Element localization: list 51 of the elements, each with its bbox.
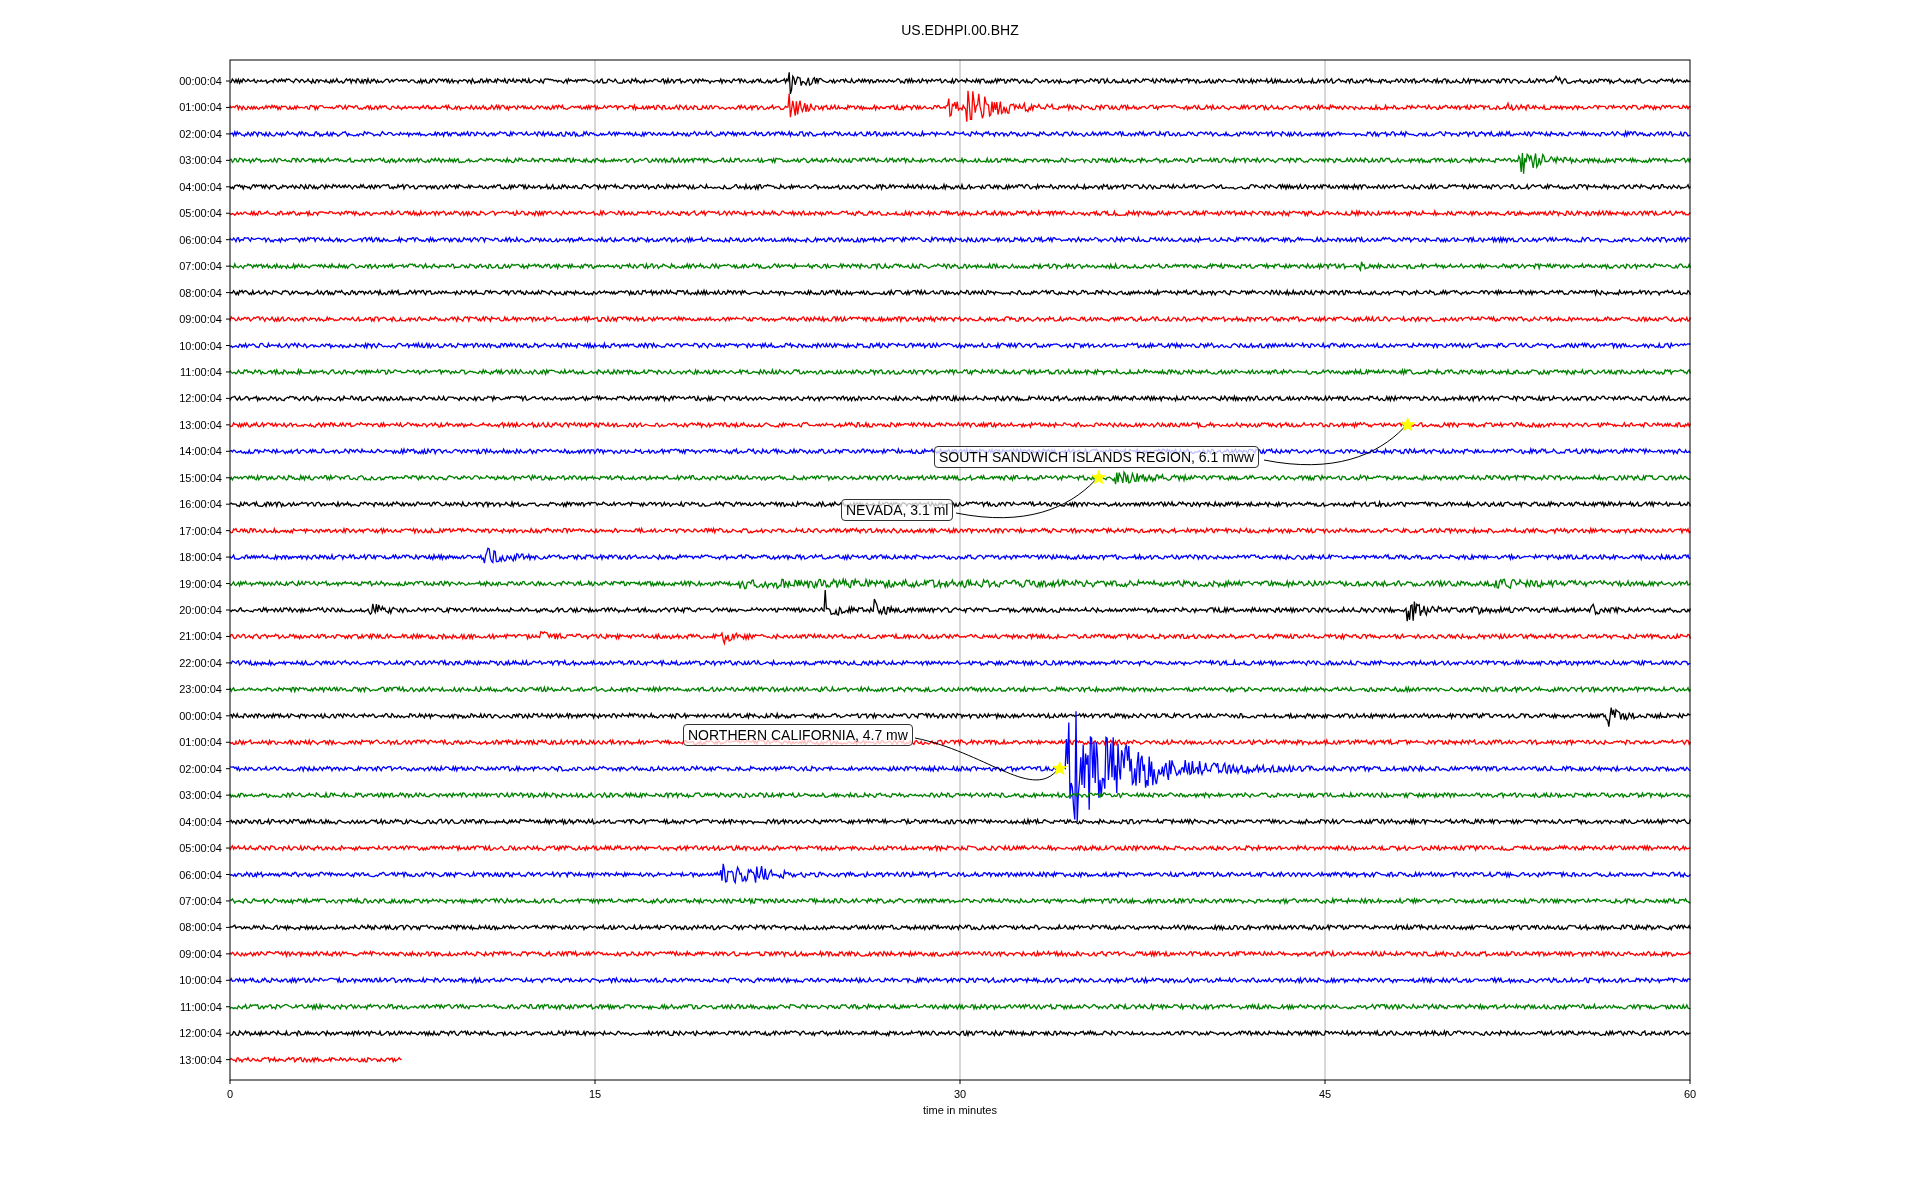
- time-label: 00:00:04: [179, 709, 222, 722]
- tick-label: 60: [1683, 1088, 1697, 1100]
- time-label: 20:00:04: [179, 604, 222, 616]
- time-label: 00:00:04: [179, 75, 222, 87]
- time-label: 19:00:04: [179, 577, 222, 590]
- time-label: 09:00:04: [179, 947, 222, 960]
- annotation-label: NEVADA, 3.1 ml: [841, 499, 954, 521]
- time-label: 04:00:04: [179, 180, 222, 193]
- time-label: 06:00:04: [179, 868, 222, 881]
- time-label: 08:00:04: [179, 921, 222, 934]
- time-label: 03:00:04: [179, 789, 222, 802]
- time-label: 09:00:04: [179, 313, 222, 326]
- time-label: 15:00:04: [179, 471, 222, 484]
- time-label: 21:00:04: [179, 630, 222, 643]
- star-icon: [1052, 760, 1068, 776]
- star-icon: [1091, 469, 1107, 485]
- time-label: 22:00:04: [179, 656, 222, 669]
- time-label: 02:00:04: [179, 127, 222, 140]
- time-label: 08:00:04: [179, 286, 222, 299]
- time-label: 01:00:04: [179, 736, 222, 749]
- time-label: 13:00:04: [179, 418, 222, 431]
- annotation-label: SOUTH SANDWICH ISLANDS REGION, 6.1 mww: [934, 446, 1260, 468]
- time-label: 10:00:04: [179, 339, 222, 352]
- chart-title: US.EDHPI.00.BHZ: [901, 22, 1019, 38]
- axis-label: time in minutes: [923, 1104, 997, 1116]
- tick-label: 0: [226, 1088, 234, 1100]
- time-label: 11:00:04: [180, 365, 222, 378]
- tick-label: 30: [953, 1088, 967, 1100]
- tick-label: 15: [588, 1088, 602, 1100]
- tick-label: 45: [1318, 1088, 1332, 1100]
- time-label: 03:00:04: [179, 154, 222, 167]
- time-label: 16:00:04: [179, 498, 222, 511]
- annotation-label: NORTHERN CALIFORNIA, 4.7 mw: [683, 724, 913, 746]
- time-label: 12:00:04: [179, 1027, 222, 1040]
- time-label: 14:00:04: [179, 445, 222, 458]
- time-label: 18:00:04: [179, 551, 222, 564]
- time-label: 12:00:04: [179, 392, 222, 405]
- star-icon: [1400, 416, 1416, 432]
- time-label: 07:00:04: [179, 894, 222, 907]
- time-label: 13:00:04: [179, 1053, 222, 1066]
- time-label: 10:00:04: [179, 974, 222, 987]
- time-label: 11:00:04: [180, 1000, 222, 1013]
- time-label: 04:00:04: [179, 815, 222, 828]
- time-label: 06:00:04: [179, 233, 222, 246]
- time-label: 05:00:04: [179, 842, 222, 855]
- time-label: 05:00:04: [179, 207, 222, 220]
- time-label: 23:00:04: [179, 683, 222, 696]
- time-label: 07:00:04: [179, 260, 222, 273]
- time-label: 17:00:04: [179, 524, 222, 537]
- time-label: 01:00:04: [179, 101, 222, 114]
- time-label: 02:00:04: [179, 762, 222, 775]
